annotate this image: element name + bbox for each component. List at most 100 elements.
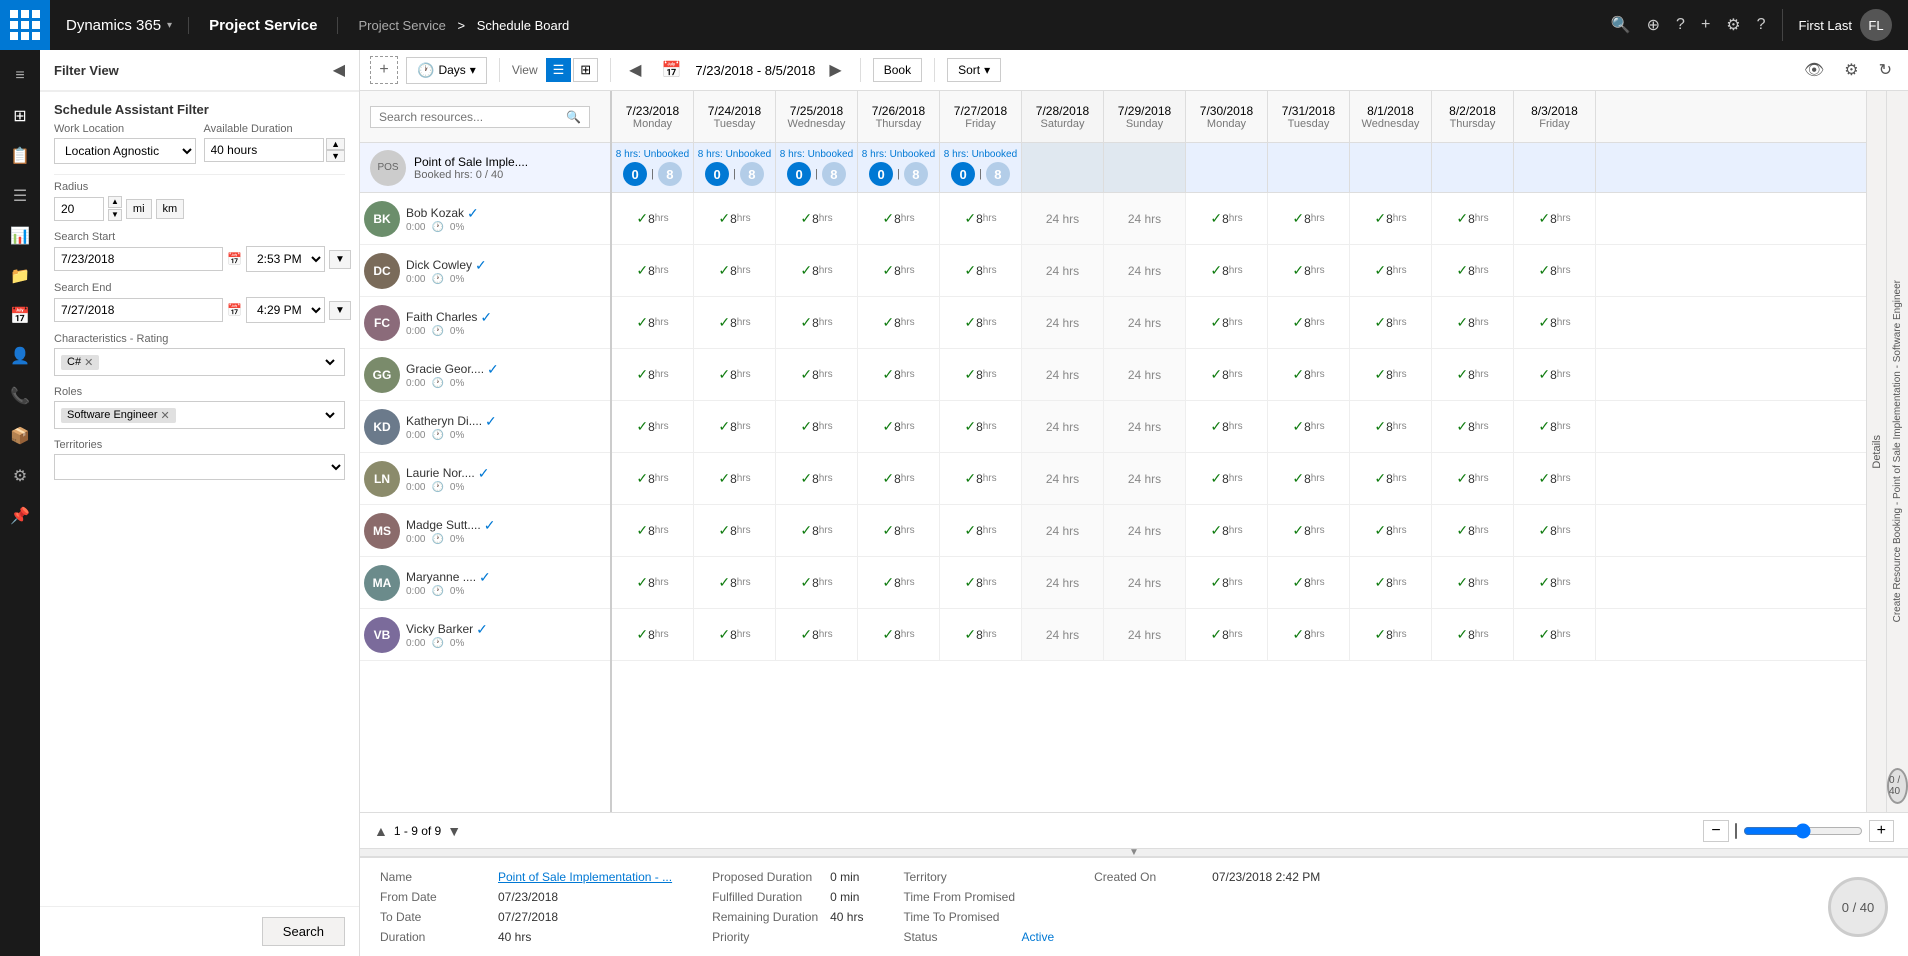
req-date-cell-2[interactable]: 8 hrs: Unbooked 0 | 8 <box>776 143 858 192</box>
res-cell-5-10[interactable]: ✓8hrs <box>1432 453 1514 504</box>
res-cell-7-6[interactable]: 24 hrs <box>1104 557 1186 608</box>
res-cell-2-1[interactable]: ✓8hrs <box>694 297 776 348</box>
res-cell-3-7[interactable]: ✓8hrs <box>1186 349 1268 400</box>
sidebar-menu-icon[interactable]: ≡ <box>2 58 38 94</box>
res-cell-6-1[interactable]: ✓8hrs <box>694 505 776 556</box>
radius-mi-button[interactable]: mi <box>126 199 152 219</box>
res-cell-1-10[interactable]: ✓8hrs <box>1432 245 1514 296</box>
res-cell-7-8[interactable]: ✓8hrs <box>1268 557 1350 608</box>
res-cell-7-0[interactable]: ✓8hrs <box>612 557 694 608</box>
req-date-cell-5[interactable] <box>1022 143 1104 192</box>
res-cell-2-0[interactable]: ✓8hrs <box>612 297 694 348</box>
res-cell-0-11[interactable]: ✓8hrs <box>1514 193 1596 244</box>
res-cell-8-10[interactable]: ✓8hrs <box>1432 609 1514 660</box>
search-resources-input[interactable] <box>379 110 566 124</box>
res-cell-3-3[interactable]: ✓8hrs <box>858 349 940 400</box>
resource-booking-sidebar[interactable]: Create Resource Booking - Point of Sale … <box>1886 91 1908 812</box>
res-cell-6-3[interactable]: ✓8hrs <box>858 505 940 556</box>
search-end-time-dropdown[interactable]: ▼ <box>329 301 351 320</box>
res-cell-8-0[interactable]: ✓8hrs <box>612 609 694 660</box>
res-cell-0-4[interactable]: ✓8hrs <box>940 193 1022 244</box>
search-end-date-input[interactable] <box>54 298 223 322</box>
res-cell-0-5[interactable]: 24 hrs <box>1022 193 1104 244</box>
radius-km-button[interactable]: km <box>156 199 185 219</box>
res-cell-5-2[interactable]: ✓8hrs <box>776 453 858 504</box>
res-cell-1-4[interactable]: ✓8hrs <box>940 245 1022 296</box>
res-cell-3-5[interactable]: 24 hrs <box>1022 349 1104 400</box>
res-cell-1-3[interactable]: ✓8hrs <box>858 245 940 296</box>
res-cell-4-8[interactable]: ✓8hrs <box>1268 401 1350 452</box>
sidebar-phone-icon[interactable]: 📞 <box>2 378 38 414</box>
res-cell-6-6[interactable]: 24 hrs <box>1104 505 1186 556</box>
grid-view-button[interactable]: ⊞ <box>573 58 598 82</box>
res-cell-3-11[interactable]: ✓8hrs <box>1514 349 1596 400</box>
res-cell-6-5[interactable]: 24 hrs <box>1022 505 1104 556</box>
res-cell-0-1[interactable]: ✓8hrs <box>694 193 776 244</box>
list-view-button[interactable]: ☰ <box>546 58 572 82</box>
pagination-next-button[interactable]: ▼ <box>447 823 461 839</box>
book-button[interactable]: Book <box>873 58 922 82</box>
search-resources-icon[interactable]: 🔍 <box>566 110 581 124</box>
res-cell-8-7[interactable]: ✓8hrs <box>1186 609 1268 660</box>
res-cell-1-8[interactable]: ✓8hrs <box>1268 245 1350 296</box>
res-cell-7-2[interactable]: ✓8hrs <box>776 557 858 608</box>
eye-button[interactable]: 👁 <box>1798 58 1830 82</box>
search-button[interactable]: Search <box>262 917 345 946</box>
duration-down-button[interactable]: ▼ <box>326 150 345 162</box>
sidebar-settings-icon[interactable]: ⚙ <box>2 458 38 494</box>
res-cell-4-3[interactable]: ✓8hrs <box>858 401 940 452</box>
res-cell-8-8[interactable]: ✓8hrs <box>1268 609 1350 660</box>
res-cell-7-9[interactable]: ✓8hrs <box>1350 557 1432 608</box>
roles-select[interactable] <box>180 407 338 423</box>
res-cell-0-6[interactable]: 24 hrs <box>1104 193 1186 244</box>
res-cell-6-8[interactable]: ✓8hrs <box>1268 505 1350 556</box>
sidebar-calendar-icon[interactable]: 📅 <box>2 298 38 334</box>
res-cell-6-10[interactable]: ✓8hrs <box>1432 505 1514 556</box>
refresh-button[interactable]: ↻ <box>1873 58 1898 82</box>
search-end-calendar-icon[interactable]: 📅 <box>227 303 242 317</box>
res-cell-4-6[interactable]: 24 hrs <box>1104 401 1186 452</box>
res-cell-5-8[interactable]: ✓8hrs <box>1268 453 1350 504</box>
zoom-slider[interactable] <box>1743 823 1863 839</box>
res-cell-3-2[interactable]: ✓8hrs <box>776 349 858 400</box>
res-cell-6-2[interactable]: ✓8hrs <box>776 505 858 556</box>
gear-icon[interactable]: ⚙ <box>1726 15 1740 35</box>
req-date-cell-3[interactable]: 8 hrs: Unbooked 0 | 8 <box>858 143 940 192</box>
res-cell-7-4[interactable]: ✓8hrs <box>940 557 1022 608</box>
res-cell-3-1[interactable]: ✓8hrs <box>694 349 776 400</box>
sidebar-list-icon[interactable]: ☰ <box>2 178 38 214</box>
detail-status-val[interactable]: Active <box>1021 930 1054 944</box>
res-cell-1-5[interactable]: 24 hrs <box>1022 245 1104 296</box>
res-cell-6-0[interactable]: ✓8hrs <box>612 505 694 556</box>
res-cell-4-9[interactable]: ✓8hrs <box>1350 401 1432 452</box>
res-cell-0-7[interactable]: ✓8hrs <box>1186 193 1268 244</box>
res-cell-1-1[interactable]: ✓8hrs <box>694 245 776 296</box>
filter-collapse-button[interactable]: ◀ <box>333 60 345 80</box>
help-icon[interactable]: ? <box>1676 16 1685 34</box>
res-cell-6-9[interactable]: ✓8hrs <box>1350 505 1432 556</box>
res-cell-8-6[interactable]: 24 hrs <box>1104 609 1186 660</box>
radius-down-button[interactable]: ▼ <box>108 209 122 221</box>
res-cell-7-5[interactable]: 24 hrs <box>1022 557 1104 608</box>
res-cell-2-9[interactable]: ✓8hrs <box>1350 297 1432 348</box>
user-menu[interactable]: First Last FL <box>1782 9 1908 41</box>
res-cell-3-6[interactable]: 24 hrs <box>1104 349 1186 400</box>
res-cell-8-5[interactable]: 24 hrs <box>1022 609 1104 660</box>
req-date-cell-6[interactable] <box>1104 143 1186 192</box>
sidebar-home-icon[interactable]: ⊞ <box>2 98 38 134</box>
res-cell-8-9[interactable]: ✓8hrs <box>1350 609 1432 660</box>
req-date-cell-7[interactable] <box>1186 143 1268 192</box>
res-cell-4-7[interactable]: ✓8hrs <box>1186 401 1268 452</box>
res-cell-2-8[interactable]: ✓8hrs <box>1268 297 1350 348</box>
res-cell-2-7[interactable]: ✓8hrs <box>1186 297 1268 348</box>
res-cell-4-11[interactable]: ✓8hrs <box>1514 401 1596 452</box>
res-cell-5-7[interactable]: ✓8hrs <box>1186 453 1268 504</box>
sidebar-tasks-icon[interactable]: 📋 <box>2 138 38 174</box>
pagination-prev-button[interactable]: ▲ <box>374 823 388 839</box>
res-cell-7-1[interactable]: ✓8hrs <box>694 557 776 608</box>
search-icon[interactable]: 🔍 <box>1611 15 1631 35</box>
search-start-date-input[interactable] <box>54 247 223 271</box>
req-date-cell-11[interactable] <box>1514 143 1596 192</box>
toolbar-settings-button[interactable]: ⚙ <box>1838 58 1864 82</box>
res-cell-3-9[interactable]: ✓8hrs <box>1350 349 1432 400</box>
